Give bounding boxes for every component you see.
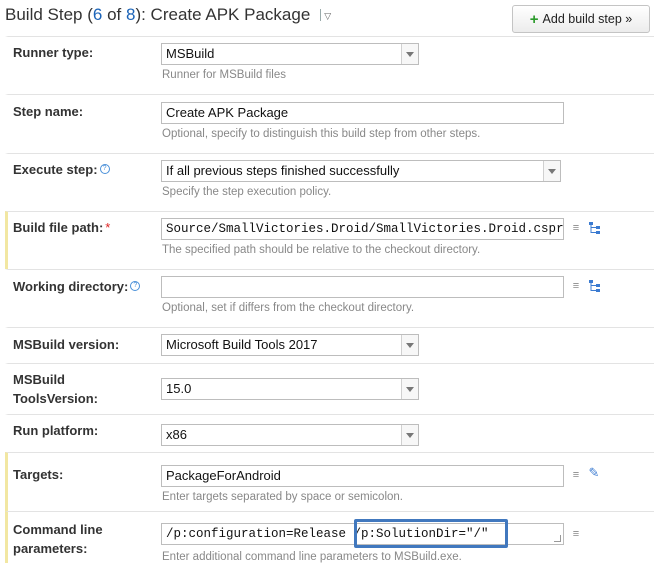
required-marker: * [105,220,111,235]
list-icon[interactable]: ≡ [570,469,582,481]
tools-version-label-line1: MSBuild [13,372,65,387]
row-msbuild-version: MSBuild version: Microsoft Build Tools 2… [5,327,654,363]
list-icon[interactable]: ≡ [570,528,582,540]
build-file-path-input[interactable]: Source/SmallVictories.Droid/SmallVictori… [161,218,564,240]
help-icon[interactable]: ? [130,281,141,291]
resize-grip-icon[interactable] [554,535,561,542]
execute-step-value: If all previous steps finished successfu… [166,163,400,178]
build-file-path-label: Build file path: [13,220,104,235]
msbuild-version-select[interactable]: Microsoft Build Tools 2017 [161,334,419,356]
row-run-platform: Run platform: x86 [5,414,654,452]
tools-version-value: 15.0 [166,381,192,396]
tools-version-label-line2: ToolsVersion: [13,391,98,406]
working-directory-label: Working directory: [13,279,129,294]
title-separator [320,9,322,21]
chevron-down-icon [401,425,418,445]
header: Build Step (6 of 8): Create APK Package ▽… [0,0,654,36]
execute-step-select[interactable]: If all previous steps finished successfu… [161,160,561,182]
chevron-down-icon [401,379,418,399]
working-directory-input[interactable] [161,276,564,298]
execute-step-hint: Specify the step execution policy. [162,186,332,198]
execute-step-label-wrap: Execute step:? [13,160,110,179]
row-step-name: Step name: Create APK Package Optional, … [5,94,654,153]
step-name-label: Step name: [13,104,84,119]
chevron-down-icon [543,161,560,181]
command-line-label: Command line parameters: [13,520,103,558]
row-targets: Targets: PackageForAndroid ≡ ✎ Enter tar… [5,452,654,511]
targets-label: Targets: [13,467,64,482]
row-tools-version: MSBuild ToolsVersion: 15.0 [5,363,654,414]
run-platform-label: Run platform: [13,423,99,438]
tools-version-select[interactable]: 15.0 [161,378,419,400]
command-line-hint: Enter additional command line parameters… [162,551,462,563]
msbuild-version-value: Microsoft Build Tools 2017 [166,337,318,352]
run-platform-select[interactable]: x86 [161,424,419,446]
row-build-file-path: Build file path: * Source/SmallVictories.… [5,211,654,269]
runner-type-value: MSBuild [166,46,215,61]
command-line-part1: /p:configuration=Release [166,527,354,541]
steps-dropdown-icon[interactable]: ▽ [324,11,331,22]
msbuild-version-label: MSBuild version: [13,337,120,352]
highlight-box [354,519,508,548]
add-build-step-button[interactable]: + Add build step » [512,5,650,33]
page-title: Build Step (6 of 8): Create APK Package ▽ [5,5,331,25]
working-directory-hint: Optional, set if differs from the checko… [162,302,415,314]
row-runner-type: Runner type: MSBuild Runner for MSBuild … [5,36,654,94]
targets-hint: Enter targets separated by space or semi… [162,491,403,503]
title-prefix: Build Step ( [5,5,93,24]
add-build-step-label: Add build step » [542,12,633,26]
build-file-path-label-wrap: Build file path: * [13,218,110,237]
targets-input[interactable]: PackageForAndroid [161,465,564,487]
step-name-input[interactable]: Create APK Package [161,102,564,124]
row-working-directory: Working directory:? ≡ Optional, set if d… [5,269,654,327]
runner-type-label: Runner type: [13,45,94,60]
row-execute-step: Execute step:? If all previous steps fin… [5,153,654,211]
row-command-line-parameters: Command line parameters: /p:configuratio… [5,511,654,563]
tree-chooser-icon[interactable] [588,279,602,293]
chevron-down-icon [401,44,418,64]
plus-icon: + [529,10,539,28]
list-icon[interactable]: ≡ [570,280,582,292]
magic-wand-icon[interactable]: ✎ [588,466,600,479]
title-of: of [102,5,126,24]
help-icon[interactable]: ? [99,164,110,174]
tools-version-label: MSBuild ToolsVersion: [13,370,98,408]
chevron-down-icon [401,335,418,355]
runner-type-select[interactable]: MSBuild [161,43,419,65]
working-directory-label-wrap: Working directory:? [13,277,141,296]
title-suffix: ): Create APK Package [135,5,311,24]
runner-type-hint: Runner for MSBuild files [162,69,286,81]
step-current: 6 [92,5,103,24]
command-line-label-line2: parameters: [13,541,88,556]
execute-step-label: Execute step: [13,162,98,177]
command-line-label-line1: Command line [13,522,103,537]
build-file-path-hint: The specified path should be relative to… [162,244,481,256]
step-name-hint: Optional, specify to distinguish this bu… [162,128,481,140]
run-platform-value: x86 [166,427,187,442]
list-icon[interactable]: ≡ [570,222,582,234]
tree-chooser-icon[interactable] [588,221,602,235]
